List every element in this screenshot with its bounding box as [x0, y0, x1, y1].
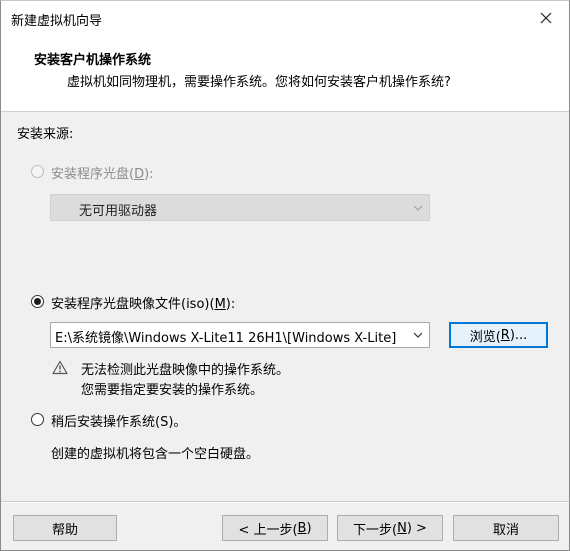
- iso-path-combo[interactable]: E:\系统镜像\Windows X-Lite11 26H1\[Windows X…: [50, 322, 430, 348]
- header-title: 安装客户机操作系统: [34, 53, 152, 68]
- title-bar: 新建虚拟机向导: [1, 1, 569, 35]
- later-option-description: 创建的虚拟机将包含一个空白硬盘。: [51, 447, 260, 462]
- install-source-label: 安装来源:: [17, 127, 74, 142]
- footer-divider-highlight: [1, 502, 569, 503]
- drive-select[interactable]: 无可用驱动器: [50, 194, 430, 221]
- close-button[interactable]: [523, 1, 569, 35]
- warning-icon: [52, 360, 68, 379]
- window-title: 新建虚拟机向导: [11, 14, 103, 29]
- wizard-header: 安装客户机操作系统 虚拟机如同物理机，需要操作系统。您将如何安装客户机操作系统?: [1, 35, 569, 112]
- disc-option-label: 安装程序光盘(D):: [51, 167, 154, 182]
- next-button[interactable]: 下一步(N) >: [337, 515, 443, 541]
- chevron-down-icon[interactable]: [411, 328, 425, 342]
- close-icon: [540, 12, 552, 24]
- later-option-label: 稍后安装操作系统(S)。: [51, 415, 187, 430]
- iso-radio[interactable]: [31, 295, 44, 308]
- later-radio[interactable]: [31, 413, 44, 426]
- chevron-down-icon: [411, 201, 425, 215]
- help-button[interactable]: 帮助: [13, 515, 117, 541]
- iso-option-label: 安装程序光盘映像文件(iso)(M):: [51, 297, 236, 312]
- drive-select-value: 无可用驱动器: [79, 204, 158, 219]
- disc-radio[interactable]: [31, 165, 44, 178]
- header-description: 虚拟机如同物理机，需要操作系统。您将如何安装客户机操作系统?: [67, 75, 451, 90]
- warning-line-1: 无法检测此光盘映像中的操作系统。: [81, 363, 290, 378]
- new-vm-wizard-window: 新建虚拟机向导 安装客户机操作系统 虚拟机如同物理机，需要操作系统。您将如何安装…: [0, 0, 570, 551]
- back-button[interactable]: < 上一步(B): [222, 515, 328, 541]
- cancel-button[interactable]: 取消: [453, 515, 559, 541]
- browse-button[interactable]: 浏览(R)...: [449, 322, 548, 348]
- warning-line-2: 您需要指定要安装的操作系统。: [81, 383, 264, 398]
- iso-path-value: E:\系统镜像\Windows X-Lite11 26H1\[Windows X…: [55, 331, 397, 346]
